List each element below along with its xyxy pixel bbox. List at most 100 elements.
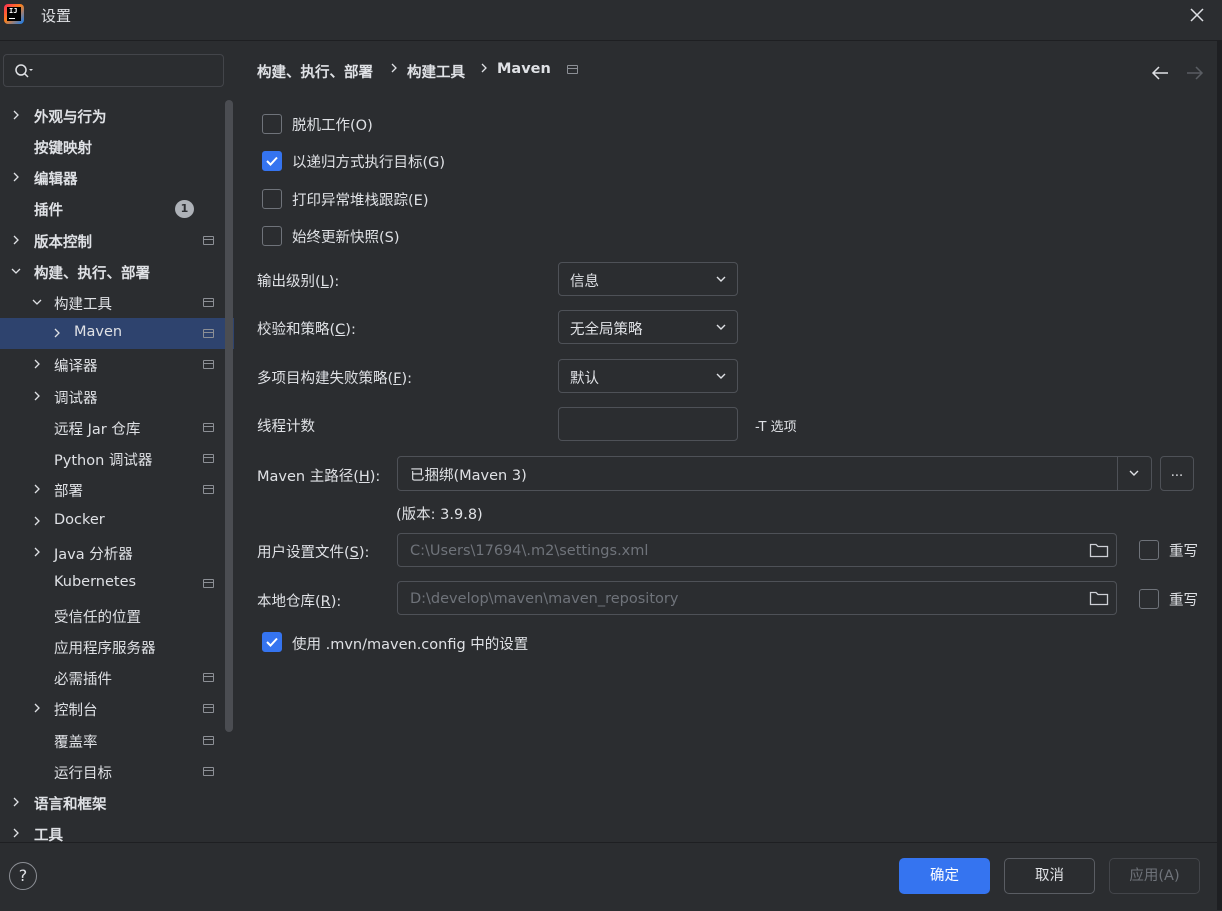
chevron-right-icon[interactable] <box>11 235 21 245</box>
use-mvn-config-checkbox[interactable] <box>262 632 282 652</box>
settings-search[interactable] <box>3 54 224 87</box>
sidebar-item-label: 按键映射 <box>34 141 92 157</box>
project-scope-icon <box>203 704 214 713</box>
thread-count-label: 线程计数 <box>257 419 315 435</box>
sidebar-item[interactable]: 部署 <box>0 474 234 505</box>
sidebar-item-label: 受信任的位置 <box>54 610 141 626</box>
chevron-right-icon[interactable] <box>32 547 42 557</box>
checkmark-icon <box>266 156 278 166</box>
breadcrumb-maven: Maven <box>497 61 551 77</box>
sidebar-item-label: 远程 Jar 仓库 <box>54 422 141 438</box>
sidebar-item-label: 版本控制 <box>34 235 92 251</box>
chevron-right-icon[interactable] <box>11 172 21 182</box>
cancel-button[interactable]: 取消 <box>1004 858 1095 894</box>
multiproject-select[interactable]: 默认 <box>558 359 738 393</box>
sidebar-item[interactable]: 调试器 <box>0 381 234 412</box>
chevron-down-icon[interactable] <box>1129 470 1139 477</box>
user-settings-override-checkbox[interactable] <box>1139 540 1159 560</box>
sidebar-item[interactable]: 构建、执行、部署 <box>0 256 234 287</box>
thread-count-field[interactable] <box>558 407 738 441</box>
maven-home-input[interactable] <box>408 463 1112 485</box>
maven-home-browse-button[interactable]: ... <box>1160 456 1194 491</box>
back-arrow-icon[interactable] <box>1150 63 1172 83</box>
local-repo-field[interactable] <box>397 581 1117 615</box>
window-edge <box>1217 41 1222 910</box>
folder-icon[interactable] <box>1089 542 1109 558</box>
sidebar-item[interactable]: 插件 1 <box>0 193 234 224</box>
forward-arrow-icon[interactable] <box>1183 63 1205 83</box>
sidebar-item[interactable]: 构建工具 <box>0 287 234 318</box>
checksum-label: 校验和策略(C): <box>257 322 356 338</box>
project-scope-icon <box>203 298 214 307</box>
thread-count-suffix: -T 选项 <box>755 420 797 435</box>
sidebar-scrollbar[interactable] <box>225 100 233 732</box>
chevron-right-icon[interactable] <box>32 359 42 369</box>
sidebar-item[interactable]: 应用程序服务器 <box>0 631 234 662</box>
search-input[interactable] <box>40 61 219 83</box>
maven-home-combo[interactable] <box>397 456 1152 491</box>
search-icon <box>15 64 33 78</box>
sidebar-item[interactable]: 语言和框架 <box>0 787 234 818</box>
checksum-select[interactable]: 无全局策略 <box>558 310 738 344</box>
window-title: 设置 <box>41 7 72 25</box>
sidebar-item[interactable]: 控制台 <box>0 693 234 724</box>
checkmark-icon <box>266 637 278 647</box>
user-settings-field[interactable] <box>397 533 1117 567</box>
sidebar-item-label: Maven <box>74 324 123 340</box>
maven-version-label: (版本: 3.9.8) <box>396 507 483 523</box>
chevron-right-icon[interactable] <box>11 110 21 120</box>
chevron-right-icon[interactable] <box>11 797 21 807</box>
sidebar-item[interactable]: 编辑器 <box>0 162 234 193</box>
sidebar-item[interactable]: 覆盖率 <box>0 725 234 756</box>
chevron-right-icon[interactable] <box>11 828 21 838</box>
chevron-right-icon[interactable] <box>52 328 62 338</box>
sidebar-item[interactable]: 按键映射 <box>0 131 234 162</box>
chevron-down-icon[interactable] <box>11 266 21 276</box>
sidebar-item[interactable]: 必需插件 <box>0 662 234 693</box>
sidebar-item-label: 外观与行为 <box>34 110 107 126</box>
sidebar-item[interactable]: 受信任的位置 <box>0 600 234 631</box>
sidebar-item[interactable]: Maven <box>0 318 234 349</box>
offline-checkbox[interactable] <box>262 114 282 134</box>
sidebar-item-label: Java 分析器 <box>54 547 133 563</box>
sidebar-item[interactable]: 版本控制 <box>0 225 234 256</box>
chevron-down-icon[interactable] <box>32 297 42 307</box>
close-icon[interactable] <box>1184 2 1210 28</box>
always-update-label: 始终更新快照(S) <box>292 230 400 246</box>
chevron-down-icon <box>716 276 726 282</box>
output-level-select[interactable]: 信息 <box>558 262 738 296</box>
intellij-logo-icon: IJ <box>4 4 24 24</box>
sidebar-item[interactable]: 运行目标 <box>0 756 234 787</box>
project-scope-icon <box>203 673 214 682</box>
breadcrumb-build-exec-deploy[interactable]: 构建、执行、部署 <box>257 61 373 82</box>
chevron-right-icon[interactable] <box>32 391 42 401</box>
user-settings-input[interactable] <box>408 540 1082 562</box>
sidebar-item[interactable]: Kubernetes <box>0 568 234 599</box>
chevron-right-icon[interactable] <box>32 703 42 713</box>
sidebar-item-label: 运行目标 <box>54 766 112 782</box>
apply-button[interactable]: 应用(A) <box>1109 858 1200 894</box>
breadcrumb-build-tools[interactable]: 构建工具 <box>407 61 465 82</box>
always-update-checkbox[interactable] <box>262 226 282 246</box>
project-scope-icon <box>203 767 214 776</box>
chevron-right-icon[interactable] <box>32 516 42 526</box>
thread-count-input[interactable] <box>569 414 731 436</box>
sidebar-item[interactable]: Python 调试器 <box>0 443 234 474</box>
folder-icon[interactable] <box>1089 590 1109 606</box>
recursive-checkbox[interactable] <box>262 151 282 171</box>
sidebar-item-label: 覆盖率 <box>54 735 98 751</box>
sidebar-item[interactable]: 外观与行为 <box>0 100 234 131</box>
project-scope-icon <box>567 65 578 74</box>
print-stack-checkbox[interactable] <box>262 189 282 209</box>
sidebar-item[interactable]: Docker <box>0 506 234 537</box>
project-scope-icon <box>203 736 214 745</box>
local-repo-input[interactable] <box>408 588 1082 610</box>
help-icon[interactable]: ? <box>9 862 37 890</box>
local-repo-override-checkbox[interactable] <box>1139 589 1159 609</box>
sidebar-item[interactable]: 远程 Jar 仓库 <box>0 412 234 443</box>
ok-button[interactable]: 确定 <box>899 858 990 894</box>
project-scope-icon <box>203 579 214 588</box>
sidebar-item[interactable]: 编译器 <box>0 349 234 380</box>
chevron-right-icon[interactable] <box>32 484 42 494</box>
sidebar-item[interactable]: Java 分析器 <box>0 537 234 568</box>
